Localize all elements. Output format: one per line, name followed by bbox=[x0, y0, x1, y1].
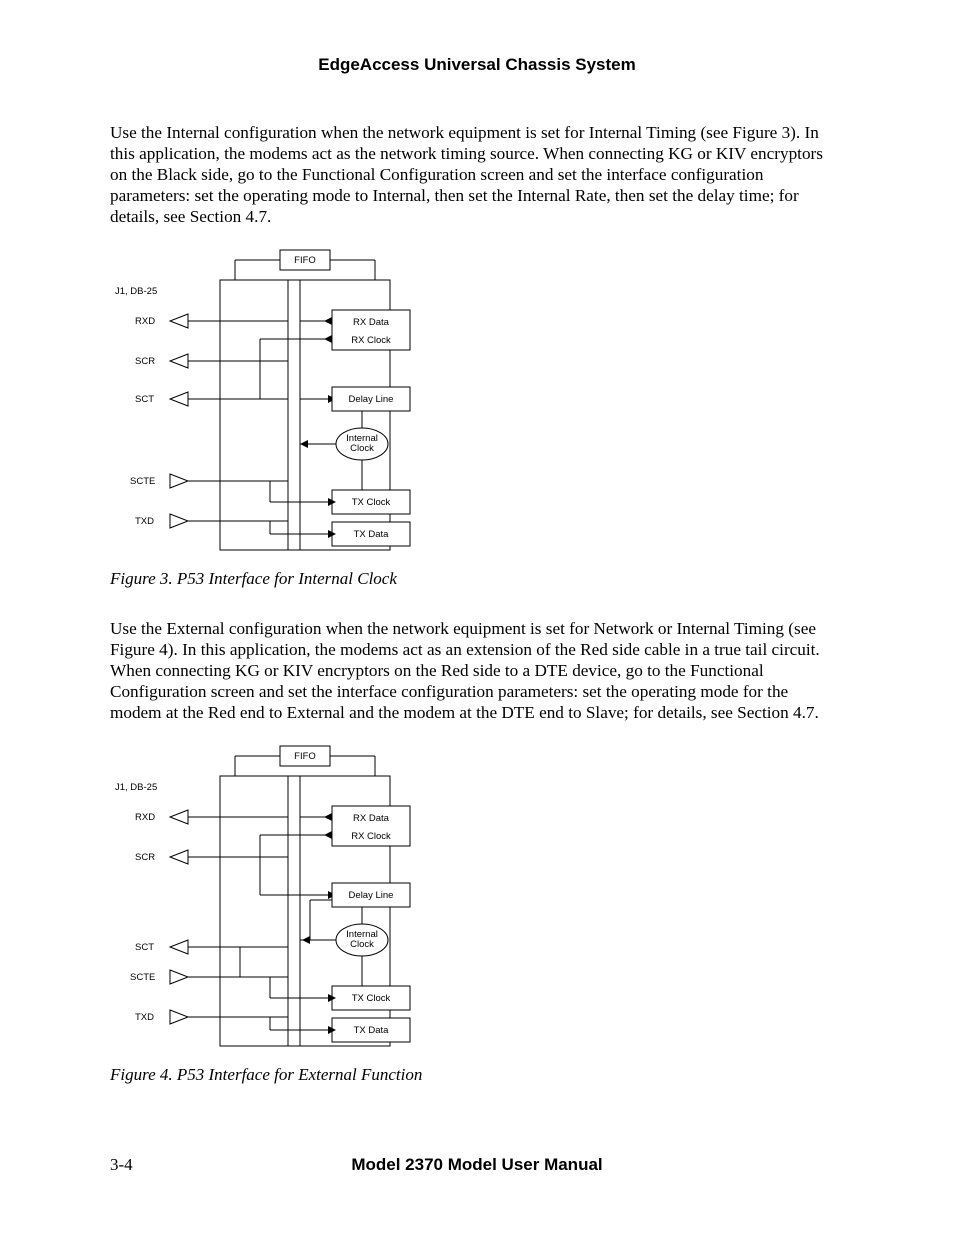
signal-rxd-2: RXD bbox=[135, 812, 155, 823]
tx-data-label-2: TX Data bbox=[354, 1025, 390, 1036]
tx-clock-label-2: TX Clock bbox=[352, 993, 391, 1004]
signal-sct: SCT bbox=[135, 394, 154, 405]
page-header-title: EdgeAccess Universal Chassis System bbox=[110, 55, 844, 75]
signal-scr: SCR bbox=[135, 356, 155, 367]
figure-4-caption: Figure 4. P53 Interface for External Fun… bbox=[110, 1065, 844, 1085]
rx-data-label-2: RX Data bbox=[353, 813, 390, 824]
delay-line-label-2: Delay Line bbox=[349, 890, 394, 901]
tx-clock-label: TX Clock bbox=[352, 497, 391, 508]
page-footer: 3-4 Model 2370 Model User Manual bbox=[110, 1155, 844, 1175]
delay-line-label: Delay Line bbox=[349, 394, 394, 405]
paragraph-external-config: Use the External configuration when the … bbox=[110, 619, 844, 724]
signal-scr-2: SCR bbox=[135, 852, 155, 863]
signal-txd-2: TXD bbox=[135, 1012, 154, 1023]
figure-3-diagram: FIFO J1, DB-25 RXD SCR SCT SCTE TXD RX D… bbox=[110, 244, 844, 559]
paragraph-internal-config: Use the Internal configuration when the … bbox=[110, 123, 844, 228]
signal-scte: SCTE bbox=[130, 476, 155, 487]
signal-scte-2: SCTE bbox=[130, 972, 155, 983]
fifo-label: FIFO bbox=[294, 255, 316, 266]
footer-title: Model 2370 Model User Manual bbox=[200, 1155, 844, 1175]
signal-sct-2: SCT bbox=[135, 942, 154, 953]
j1-label: J1, DB-25 bbox=[115, 286, 157, 297]
tx-data-label: TX Data bbox=[354, 529, 390, 540]
signal-txd: TXD bbox=[135, 516, 154, 527]
internal-clock-label-2: Clock bbox=[350, 443, 374, 454]
internal-clock-label-2b: Clock bbox=[350, 939, 374, 950]
figure-3-caption: Figure 3. P53 Interface for Internal Clo… bbox=[110, 569, 844, 589]
j1-label-2: J1, DB-25 bbox=[115, 782, 157, 793]
signal-rxd: RXD bbox=[135, 316, 155, 327]
rx-clock-label-2: RX Clock bbox=[351, 831, 391, 842]
figure-4-diagram: FIFO J1, DB-25 RXD SCR SCT SCTE TXD RX D… bbox=[110, 740, 844, 1055]
rx-clock-label: RX Clock bbox=[351, 335, 391, 346]
page-number: 3-4 bbox=[110, 1155, 200, 1175]
fifo-label-2: FIFO bbox=[294, 751, 316, 762]
rx-data-label: RX Data bbox=[353, 317, 390, 328]
